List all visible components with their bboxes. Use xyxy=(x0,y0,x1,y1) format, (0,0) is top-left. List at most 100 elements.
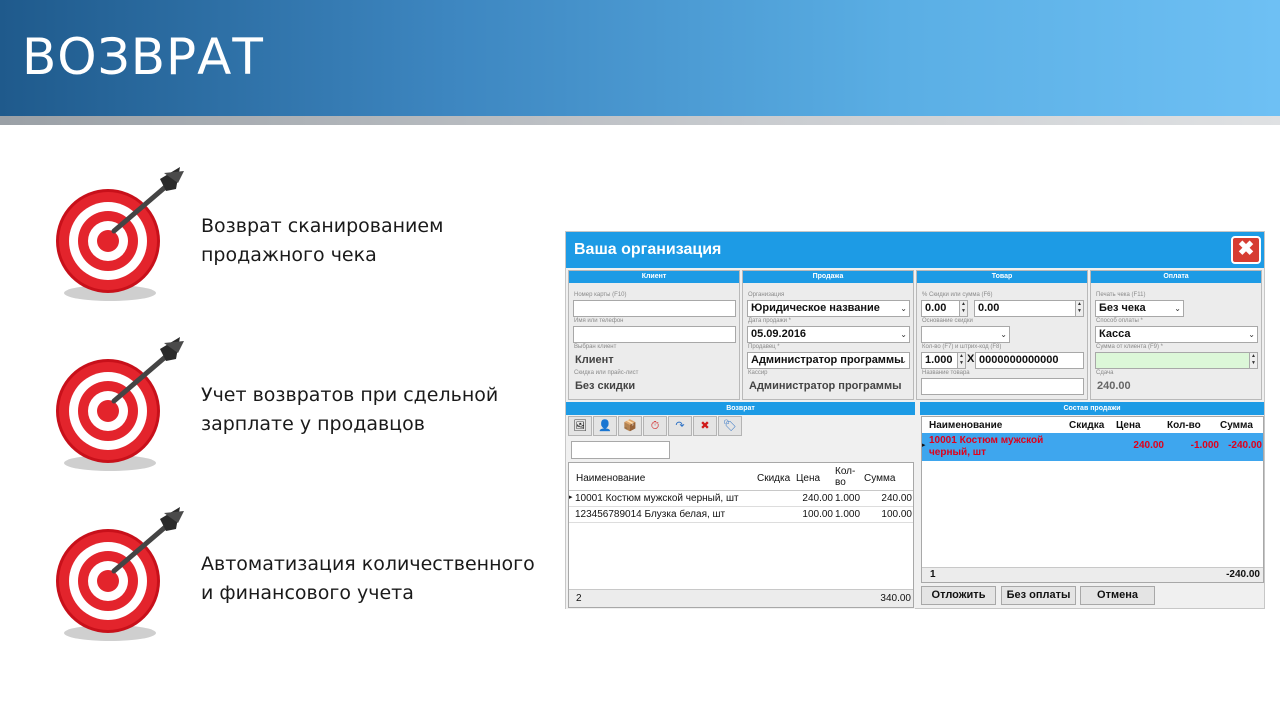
col-price: Цена xyxy=(1116,420,1141,431)
org-label: Организация xyxy=(748,292,785,298)
close-icon[interactable]: ✖ xyxy=(1231,236,1261,264)
discount-sum-input[interactable]: 0.00 xyxy=(974,300,1076,317)
tag-icon[interactable]: 🏷 xyxy=(718,416,742,436)
card-label: Номер карты (F10) xyxy=(574,292,627,298)
bullet-item: Возврат сканированием продажного чека xyxy=(52,165,552,305)
change-label: Сдача xyxy=(1096,370,1114,376)
target-icon xyxy=(56,507,184,641)
client-sum-label: Сумма от клиента (F9) * xyxy=(1096,344,1164,350)
spinner-icon[interactable]: ▲ ▼ xyxy=(1075,300,1084,317)
delete-icon[interactable]: ✖ xyxy=(693,416,717,436)
payment-panel: Оплата Печать чека (F11) Без чека ⌄ Спосо… xyxy=(1090,270,1262,400)
discount-list-value: Без скидки xyxy=(575,380,636,392)
target-icon xyxy=(56,337,184,471)
selected-client-value: Клиент xyxy=(575,354,614,366)
discount-pct-input[interactable]: 0.00 xyxy=(921,300,961,317)
table-row[interactable]: 123456789014 Блузка белая, шт 100.00 1.0… xyxy=(569,508,913,523)
bullet-text: Учет возвратов при сдельной зарплате у пр… xyxy=(201,384,499,435)
return-arrow-icon[interactable]: ↷ xyxy=(668,416,692,436)
discount-list-label: Скидка или прайс-лист xyxy=(574,370,639,376)
cashier-label: Кассир xyxy=(748,370,768,376)
table-row[interactable]: ▸ 10001 Костюм мужской черный, шт 240.00… xyxy=(922,433,1263,461)
return-table: Наименование Скидка Цена Кол-во Сумма ▸ … xyxy=(568,462,914,608)
qty-input[interactable]: 1.000 xyxy=(921,352,958,369)
return-panel-header: Возврат xyxy=(566,402,915,415)
payment-panel-header: Оплата xyxy=(1091,271,1261,283)
name-input[interactable] xyxy=(573,326,736,343)
col-sum: Сумма xyxy=(864,473,896,484)
barcode-input[interactable]: 0000000000000 xyxy=(975,352,1084,369)
goods-name-label: Название товара xyxy=(922,370,970,376)
col-qty: Кол-во xyxy=(1167,420,1201,431)
print-select[interactable]: Без чека ⌄ xyxy=(1095,300,1184,317)
row-marker-icon: ▸ xyxy=(569,494,573,501)
discount-label: % Скидки или сумма (F6) xyxy=(922,292,993,298)
target-icon xyxy=(56,167,184,301)
seller-label: Продавец * xyxy=(748,344,780,350)
seller-select[interactable]: Администратор программы ⌄ xyxy=(747,352,910,369)
col-name: Наименование xyxy=(929,420,1003,431)
window-title: Ваша организация xyxy=(574,241,722,258)
cashier-value: Администратор программы xyxy=(749,380,902,392)
client-panel: Клиент Номер карты (F10) Имя или телефон… xyxy=(568,270,740,400)
goods-name-input[interactable] xyxy=(921,378,1084,395)
chevron-down-icon: ⌄ xyxy=(900,304,907,313)
sale-count: 1 xyxy=(930,569,936,580)
method-label: Способ оплаты * xyxy=(1096,318,1143,324)
print-label: Печать чека (F11) xyxy=(1096,292,1146,298)
box-icon[interactable]: 📦 xyxy=(618,416,642,436)
col-name: Наименование xyxy=(576,473,646,484)
no-payment-button[interactable]: Без оплаты xyxy=(1001,586,1076,605)
card-input[interactable] xyxy=(573,300,736,317)
client-panel-header: Клиент xyxy=(569,271,739,283)
row-marker-icon: ▸ xyxy=(922,442,926,449)
spinner-icon[interactable]: ▲ ▼ xyxy=(959,300,968,317)
window-titlebar: Ваша организация ✖ xyxy=(566,232,1264,268)
date-select[interactable]: 05.09.2016 ⌄ xyxy=(747,326,910,343)
client-sum-input[interactable] xyxy=(1095,352,1251,369)
col-discount: Скидка xyxy=(1069,420,1105,431)
sale-panel-header: Продажа xyxy=(743,271,913,283)
chevron-down-icon: ⌄ xyxy=(1174,304,1181,313)
reason-label: Основание скидки xyxy=(922,318,973,324)
change-value: 240.00 xyxy=(1097,380,1131,392)
spinner-icon[interactable]: ▲ ▼ xyxy=(1249,352,1258,369)
reason-select[interactable]: ⌄ xyxy=(921,326,1010,343)
sale-panel: Продажа Организация Юридическое название… xyxy=(742,270,914,400)
name-label: Имя или телефон xyxy=(574,318,624,324)
sale-contents-table: Наименование Скидка Цена Кол-во Сумма ▸ … xyxy=(921,416,1264,583)
return-search-input[interactable] xyxy=(571,441,670,459)
bullet-text: Возврат сканированием продажного чека xyxy=(201,215,444,266)
goods-panel: Товар % Скидки или сумма (F6) 0.00 ▲ ▼ 0.… xyxy=(916,270,1088,400)
sale-contents-footer: 1 -240.00 xyxy=(922,567,1263,582)
goods-panel-header: Товар xyxy=(917,271,1087,283)
cancel-button[interactable]: Отмена xyxy=(1080,586,1155,605)
col-qty: Кол-во xyxy=(835,466,856,488)
sale-contents-header: Состав продажи xyxy=(920,402,1264,415)
clock-icon[interactable]: ⏱ xyxy=(643,416,667,436)
bullet-text: Автоматизация количественного и финансово… xyxy=(201,553,535,604)
chevron-down-icon: ⌄ xyxy=(900,330,907,339)
chevron-down-icon: ⌄ xyxy=(1248,330,1255,339)
spinner-icon[interactable]: ▲ ▼ xyxy=(957,352,966,369)
image-icon[interactable]: 🖼 xyxy=(568,416,592,436)
table-row[interactable]: ▸ 10001 Костюм мужской черный, шт 240.00… xyxy=(569,492,913,507)
slide-header-divider xyxy=(0,116,1280,125)
return-table-footer: 2 340.00 xyxy=(569,589,913,607)
date-label: Дата продажи * xyxy=(748,318,791,324)
postpone-button[interactable]: Отложить xyxy=(921,586,996,605)
col-sum: Сумма xyxy=(1220,420,1253,431)
selected-client-label: Выбран клиент xyxy=(574,344,617,350)
return-count: 2 xyxy=(576,593,582,604)
slide-title: ВОЗВРАТ xyxy=(22,28,264,86)
chevron-down-icon: ⌄ xyxy=(900,356,907,365)
method-select[interactable]: Касса ⌄ xyxy=(1095,326,1258,343)
pos-window: Ваша организация ✖ Клиент Номер карты (F… xyxy=(565,231,1265,609)
col-price: Цена xyxy=(796,473,821,484)
return-total: 340.00 xyxy=(880,593,911,604)
bullet-item: Автоматизация количественного и финансово… xyxy=(52,505,552,645)
org-select[interactable]: Юридическое название ⌄ xyxy=(747,300,910,317)
col-discount: Скидка xyxy=(757,473,791,484)
multiply-sign: X xyxy=(967,353,975,365)
user-icon[interactable]: 👤 xyxy=(593,416,617,436)
